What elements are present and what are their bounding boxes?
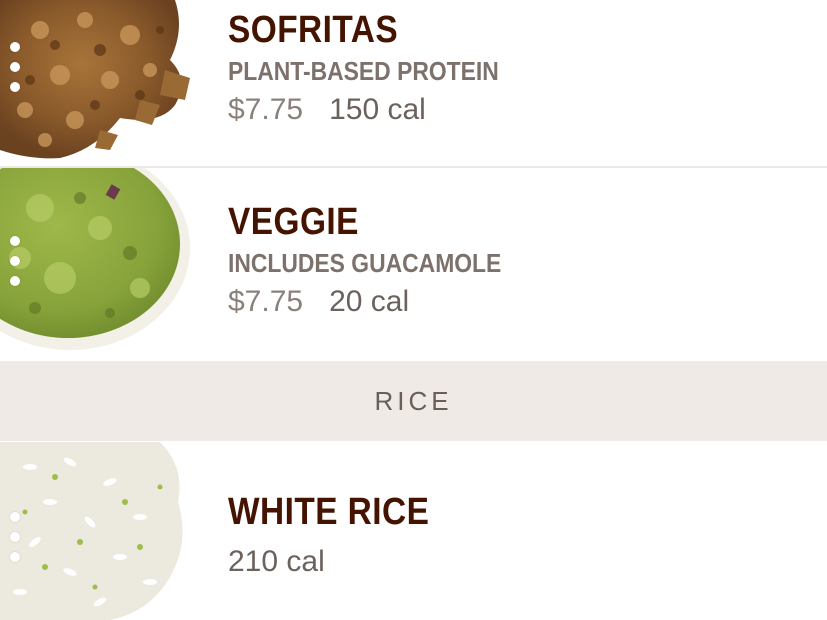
- item-price: $7.75: [228, 285, 304, 318]
- dot-icon: [10, 42, 20, 52]
- dot-icon: [10, 62, 20, 72]
- dot-icon: [10, 256, 20, 266]
- item-name: WHITE RICE: [228, 491, 430, 533]
- item-text: WHITE RICE 210 cal: [228, 492, 457, 580]
- dot-icon: [10, 512, 20, 522]
- item-name: VEGGIE: [228, 201, 359, 243]
- dot-icon: [10, 276, 20, 286]
- menu-item-veggie[interactable]: VEGGIE INCLUDES GUACAMOLE $7.75 20 cal: [0, 168, 827, 360]
- white-rice-image: [0, 442, 195, 620]
- section-title: RICE: [374, 385, 453, 416]
- carousel-dots: [10, 42, 20, 92]
- dot-icon: [10, 236, 20, 246]
- item-text: SOFRITAS PLANT-BASED PROTEIN $7.75 150 ca…: [228, 10, 536, 128]
- item-text: VEGGIE INCLUDES GUACAMOLE $7.75 20 cal: [228, 202, 539, 320]
- item-meta: $7.75 20 cal: [228, 284, 539, 320]
- dot-icon: [10, 552, 20, 562]
- item-description: PLANT-BASED PROTEIN: [228, 56, 499, 86]
- dot-icon: [10, 532, 20, 542]
- item-price: $7.75: [228, 93, 304, 126]
- item-calories: 20 cal: [329, 285, 410, 318]
- item-calories: 150 cal: [329, 93, 426, 126]
- section-header-rice: RICE: [0, 361, 827, 441]
- item-meta: 210 cal: [228, 544, 457, 580]
- item-name: SOFRITAS: [228, 9, 399, 51]
- carousel-dots: [10, 236, 20, 286]
- menu-item-white-rice[interactable]: WHITE RICE 210 cal: [0, 442, 827, 620]
- dot-icon: [10, 82, 20, 92]
- item-meta: $7.75 150 cal: [228, 92, 536, 128]
- guacamole-image: [0, 168, 195, 360]
- menu-item-sofritas[interactable]: SOFRITAS PLANT-BASED PROTEIN $7.75 150 ca…: [0, 0, 827, 168]
- item-description: INCLUDES GUACAMOLE: [228, 248, 502, 278]
- sofritas-image: [0, 0, 200, 166]
- item-calories: 210 cal: [228, 545, 325, 578]
- carousel-dots: [10, 512, 20, 562]
